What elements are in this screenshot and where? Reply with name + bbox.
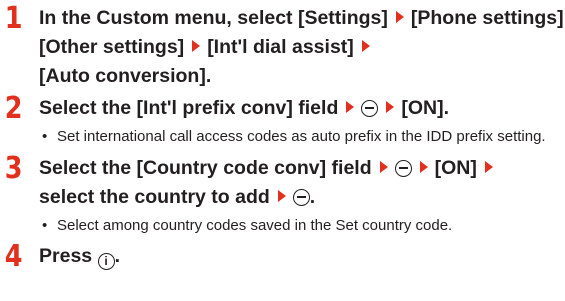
step-1: 1 In the Custom menu, select [Settings] [… bbox=[0, 4, 565, 91]
arrow-right-icon bbox=[361, 40, 370, 52]
step-number: 3 bbox=[4, 151, 23, 186]
step-heading: Press i. bbox=[39, 242, 565, 271]
step-number: 4 bbox=[4, 239, 23, 274]
step-text: [ON]. bbox=[401, 97, 450, 119]
arrow-right-icon bbox=[277, 190, 286, 202]
bullet-icon: • bbox=[42, 128, 48, 145]
step-text: [ON] bbox=[434, 157, 477, 179]
center-key-icon bbox=[292, 189, 310, 206]
step-heading: In the Custom menu, select [Settings] [Ph… bbox=[39, 4, 565, 91]
step-text: [Int'l dial assist] bbox=[207, 36, 354, 58]
arrow-right-icon bbox=[484, 161, 493, 173]
arrow-right-icon bbox=[192, 40, 201, 52]
arrow-right-icon bbox=[346, 101, 355, 113]
step-heading: Select the [Int'l prefix conv] field [ON]… bbox=[39, 94, 565, 123]
step-text: . bbox=[309, 186, 316, 208]
step-text: [Phone settings] bbox=[410, 7, 564, 29]
step-text: Press bbox=[39, 245, 93, 267]
note-text: Select among country codes saved in the … bbox=[57, 217, 453, 234]
step-number: 2 bbox=[4, 91, 23, 126]
step-3: 3 Select the [Country code conv] field [O… bbox=[0, 154, 565, 237]
arrow-right-icon bbox=[395, 11, 404, 23]
step-text: Select the [Int'l prefix conv] field bbox=[39, 97, 339, 119]
step-text: In the Custom menu, select [Settings] bbox=[39, 7, 388, 29]
note-text: Set international call access codes as a… bbox=[57, 128, 546, 145]
step-text: select the country to add bbox=[39, 186, 270, 208]
step-4: 4 Press i. bbox=[0, 239, 565, 274]
step-note: • Select among country codes saved in the… bbox=[39, 215, 565, 237]
step-text: . bbox=[114, 245, 120, 267]
bullet-icon: • bbox=[42, 217, 48, 234]
step-text: [Auto conversion]. bbox=[39, 65, 212, 87]
step-2: 2 Select the [Int'l prefix conv] field [O… bbox=[0, 94, 565, 148]
instruction-steps: 1 In the Custom menu, select [Settings] [… bbox=[0, 4, 565, 274]
arrow-right-icon bbox=[419, 161, 428, 173]
arrow-right-icon bbox=[379, 161, 388, 173]
step-heading: Select the [Country code conv] field [ON]… bbox=[39, 154, 565, 212]
step-note: • Set international call access codes as … bbox=[39, 126, 565, 148]
center-key-icon bbox=[361, 100, 379, 117]
step-text: Select the [Country code conv] field bbox=[39, 157, 372, 179]
arrow-right-icon bbox=[386, 101, 395, 113]
step-number: 1 bbox=[4, 1, 23, 36]
step-text: [Other settings] bbox=[39, 36, 185, 58]
center-key-icon bbox=[394, 160, 412, 177]
menu-key-icon: i bbox=[97, 253, 115, 270]
